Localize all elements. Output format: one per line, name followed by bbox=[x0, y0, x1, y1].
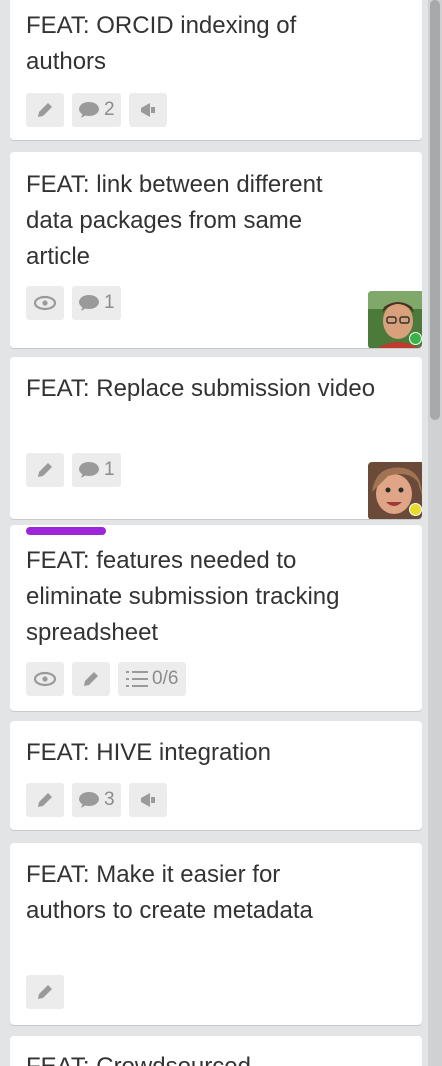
card-easier-metadata[interactable]: FEAT: Make it easier for authors to crea… bbox=[10, 843, 422, 1025]
member-avatar-man[interactable] bbox=[368, 291, 422, 348]
card-crowdsourced[interactable]: FEAT: Crowdsourced bbox=[10, 1036, 422, 1066]
card-eliminate-tracking-spreadsheet[interactable]: FEAT: features needed to eliminate submi… bbox=[10, 525, 422, 711]
speech-bubble-icon bbox=[79, 102, 99, 118]
card-list: FEAT: ORCID indexing of authors 2 FEAT: … bbox=[0, 0, 442, 1066]
speech-bubble-icon bbox=[79, 792, 99, 808]
pencil-icon bbox=[26, 783, 64, 817]
card-orcid-indexing[interactable]: FEAT: ORCID indexing of authors 2 bbox=[10, 0, 422, 140]
scrollbar-thumb[interactable] bbox=[430, 0, 440, 420]
card-hive-integration[interactable]: FEAT: HIVE integration 3 bbox=[10, 721, 422, 830]
megaphone-icon bbox=[128, 93, 167, 127]
speech-bubble-icon bbox=[79, 295, 99, 311]
card-badges: 3 bbox=[26, 783, 167, 817]
online-status-dot bbox=[409, 503, 422, 516]
comment-count: 1 bbox=[104, 292, 115, 313]
card-badges: 0/6 bbox=[26, 662, 187, 696]
checklist-badge: 0/6 bbox=[118, 662, 187, 696]
card-link-data-packages[interactable]: FEAT: link between different data packag… bbox=[10, 152, 422, 348]
megaphone-icon bbox=[128, 783, 167, 817]
card-replace-submission-video[interactable]: FEAT: Replace submission video 1 bbox=[10, 357, 422, 519]
eye-icon bbox=[26, 286, 64, 320]
speech-bubble-icon bbox=[79, 462, 99, 478]
pencil-icon bbox=[26, 93, 64, 127]
comments-badge: 3 bbox=[72, 783, 121, 817]
card-title: FEAT: Replace submission video bbox=[26, 375, 376, 402]
comments-badge: 2 bbox=[72, 93, 121, 127]
card-title: FEAT: features needed to eliminate submi… bbox=[26, 547, 340, 646]
comments-badge: 1 bbox=[72, 286, 121, 320]
card-badges bbox=[26, 975, 64, 1009]
eye-icon bbox=[26, 662, 64, 696]
card-badges: 2 bbox=[26, 93, 167, 127]
checklist-count: 0/6 bbox=[152, 668, 179, 689]
card-label bbox=[26, 527, 106, 535]
member-avatar-woman[interactable] bbox=[368, 462, 422, 519]
card-title: FEAT: Crowdsourced bbox=[26, 1049, 251, 1066]
comment-count: 3 bbox=[104, 789, 115, 810]
pencil-icon bbox=[26, 975, 64, 1009]
comments-badge: 1 bbox=[72, 453, 121, 487]
checklist-icon bbox=[126, 671, 148, 687]
card-badges: 1 bbox=[26, 453, 121, 487]
online-status-dot bbox=[409, 332, 422, 345]
comment-count: 2 bbox=[104, 99, 115, 120]
pencil-icon bbox=[26, 453, 64, 487]
card-title: FEAT: ORCID indexing of authors bbox=[26, 12, 297, 75]
comment-count: 1 bbox=[104, 459, 115, 480]
card-title: FEAT: link between different data packag… bbox=[26, 171, 323, 270]
pencil-icon bbox=[72, 662, 110, 696]
scrollbar-track[interactable] bbox=[428, 0, 442, 1066]
card-title: FEAT: HIVE integration bbox=[26, 739, 271, 766]
card-badges: 1 bbox=[26, 286, 121, 320]
card-title: FEAT: Make it easier for authors to crea… bbox=[26, 861, 313, 924]
